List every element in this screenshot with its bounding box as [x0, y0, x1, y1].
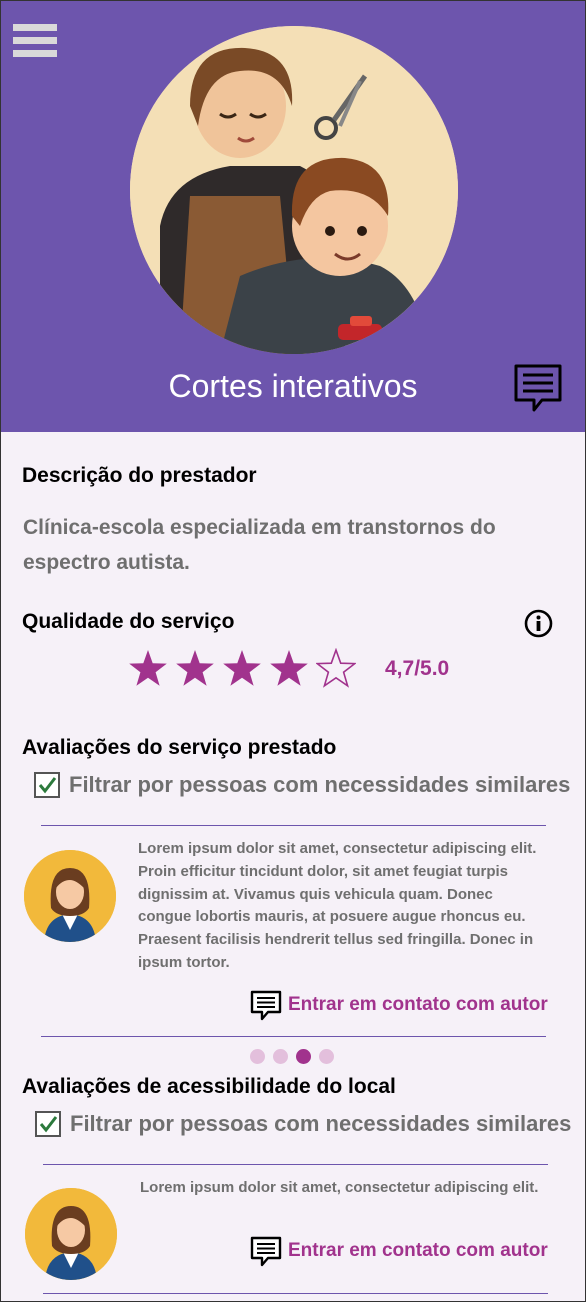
- screen-border: [0, 0, 586, 1302]
